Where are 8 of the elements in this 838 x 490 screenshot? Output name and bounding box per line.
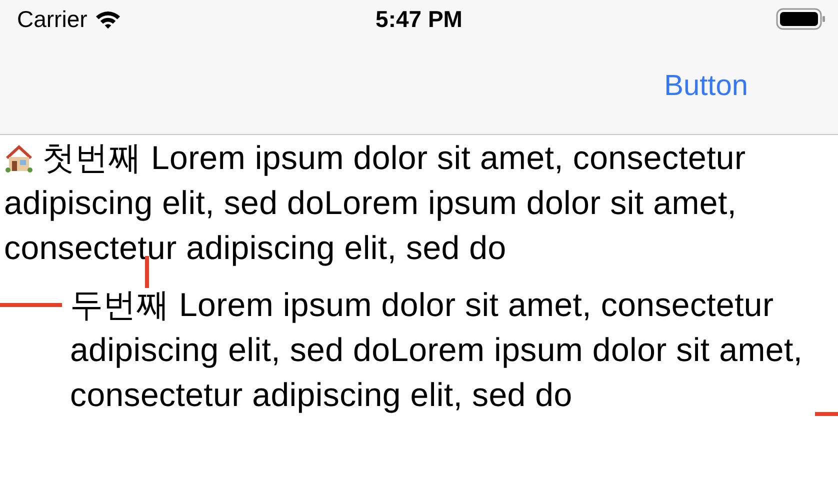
status-time: 5:47 PM	[376, 6, 462, 32]
carrier-name: Carrier	[17, 6, 88, 32]
paragraph: 두번째 Lorem ipsum dolor sit amet, consectetur adipiscing elit, sed doLorem ipsum dolor sit amet, consectetur adipiscing elit, sed do	[70, 285, 804, 415]
nav-button[interactable]: Button	[664, 70, 748, 102]
house-icon	[4, 143, 34, 173]
wifi-icon	[95, 10, 122, 28]
battery-icon	[776, 7, 826, 31]
paragraph: 첫번째 Lorem ipsum dolor sit amet, consectetur adipiscing elit, sed doLorem ipsum dolor sit amet, consectetur adipiscing elit, sed do	[3, 138, 747, 268]
